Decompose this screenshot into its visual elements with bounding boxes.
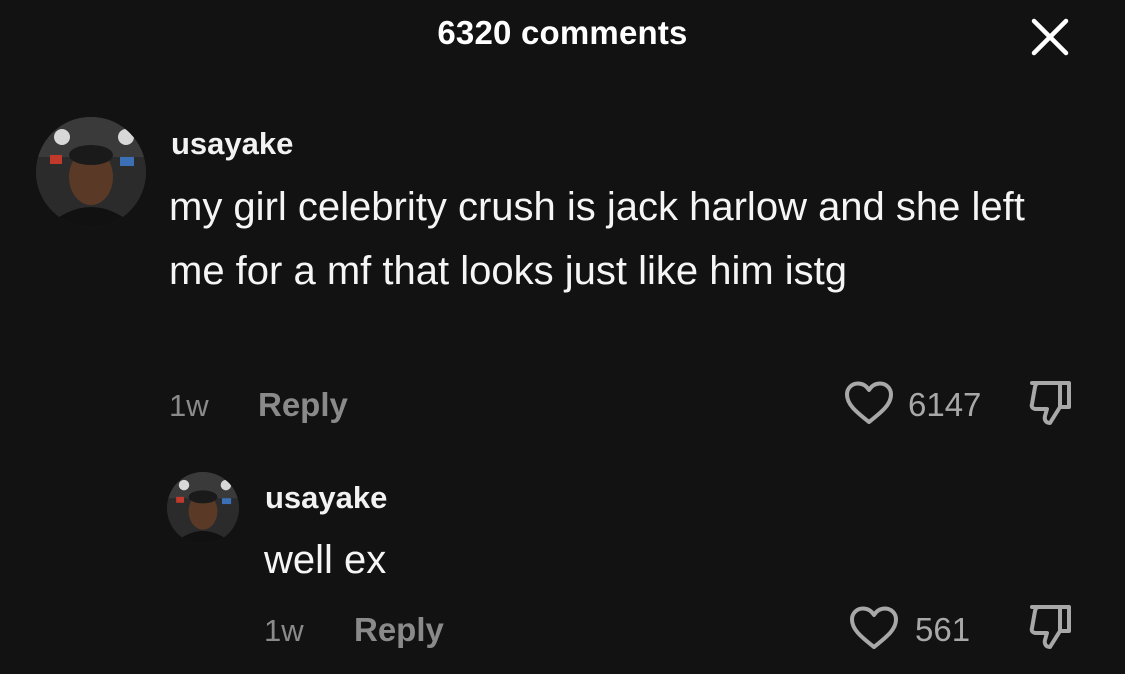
heart-outline-icon [845, 381, 893, 424]
like-count: 6147 [908, 386, 982, 423]
avatar[interactable] [36, 117, 146, 227]
reply-text: well ex [264, 538, 387, 582]
like-button[interactable] [848, 605, 900, 651]
like-button[interactable] [843, 380, 895, 426]
thumbs-down-icon [1029, 381, 1071, 425]
comment-username[interactable]: usayake [171, 126, 293, 162]
like-count: 561 [915, 611, 971, 648]
comment-text: my girl celebrity crush is jack harlow a… [169, 185, 1025, 293]
thumbs-down-icon [1029, 605, 1071, 649]
reply-timestamp: 1w [264, 613, 304, 648]
dislike-button[interactable] [1026, 603, 1074, 651]
heart-outline-icon [850, 606, 898, 649]
close-icon [1031, 18, 1069, 56]
close-button[interactable] [1030, 17, 1070, 57]
comment-timestamp: 1w [169, 388, 209, 423]
avatar[interactable] [167, 472, 239, 544]
reply-username[interactable]: usayake [265, 480, 387, 516]
comments-count-title: 6320 comments [437, 14, 688, 51]
reply-button[interactable]: Reply [258, 386, 348, 424]
dislike-button[interactable] [1026, 379, 1074, 427]
reply-button[interactable]: Reply [354, 611, 444, 649]
